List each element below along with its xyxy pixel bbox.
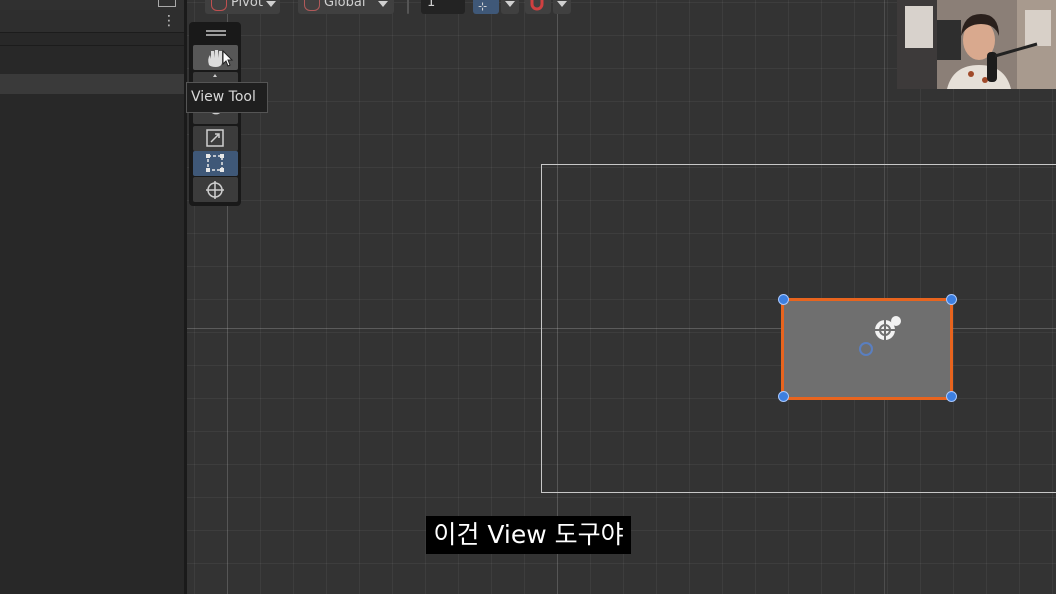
camera-gizmo-icon — [875, 316, 901, 340]
global-label: Global — [324, 0, 366, 10]
pivot-icon — [211, 0, 227, 11]
toolbar-divider — [407, 0, 409, 14]
chevron-down-icon — [557, 1, 567, 7]
tools-overlay — [189, 22, 241, 206]
transform-tool-button[interactable] — [193, 177, 238, 202]
window-icon[interactable] — [158, 0, 176, 7]
chevron-down-icon — [378, 1, 388, 7]
magnet-snap-dropdown[interactable] — [553, 0, 571, 14]
pivot-dropdown[interactable]: Pivot — [205, 0, 280, 14]
global-icon — [304, 0, 320, 11]
view-tool-button[interactable] — [193, 45, 238, 70]
svg-text:⊹: ⊹ — [478, 0, 487, 13]
grid-snap-dropdown[interactable] — [501, 0, 519, 14]
pivot-label: Pivot — [231, 0, 263, 10]
chevron-down-icon — [505, 1, 515, 7]
magnet-snap-button[interactable] — [525, 0, 551, 14]
hierarchy-panel: ⋮ — [0, 0, 184, 594]
snap-increment-field[interactable]: 1 — [421, 0, 465, 14]
hierarchy-row[interactable] — [0, 33, 184, 46]
global-dropdown[interactable]: Global — [298, 0, 394, 14]
hierarchy-row-selected[interactable] — [0, 74, 184, 94]
scale-icon — [206, 129, 224, 147]
snap-value: 1 — [427, 0, 436, 10]
video-subtitle: 이건 View 도구야 — [426, 516, 631, 554]
grid-snap-icon: ⊹ — [478, 0, 487, 13]
rect-tool-button[interactable] — [193, 151, 238, 176]
kebab-menu-icon[interactable]: ⋮ — [162, 13, 176, 29]
view-tool-tooltip: View Tool — [186, 82, 268, 113]
grid-snap-button[interactable]: ⊹ — [473, 0, 499, 14]
magnet-icon — [530, 0, 544, 11]
hierarchy-toolbar — [0, 10, 184, 33]
resize-handle-top-right[interactable] — [946, 294, 957, 305]
chevron-down-icon — [266, 1, 276, 7]
transform-icon — [206, 181, 224, 199]
resize-handle-bottom-right[interactable] — [946, 391, 957, 402]
rect-transform-icon — [206, 154, 224, 172]
hand-icon — [208, 49, 234, 67]
resize-handle-top-left[interactable] — [778, 294, 789, 305]
scale-tool-button[interactable] — [193, 126, 238, 151]
overlay-drag-handle[interactable] — [206, 30, 226, 36]
hierarchy-header — [0, 0, 184, 10]
streamer-video — [897, 0, 1056, 89]
resize-handle-bottom-left[interactable] — [778, 391, 789, 402]
webcam-overlay — [897, 0, 1056, 89]
